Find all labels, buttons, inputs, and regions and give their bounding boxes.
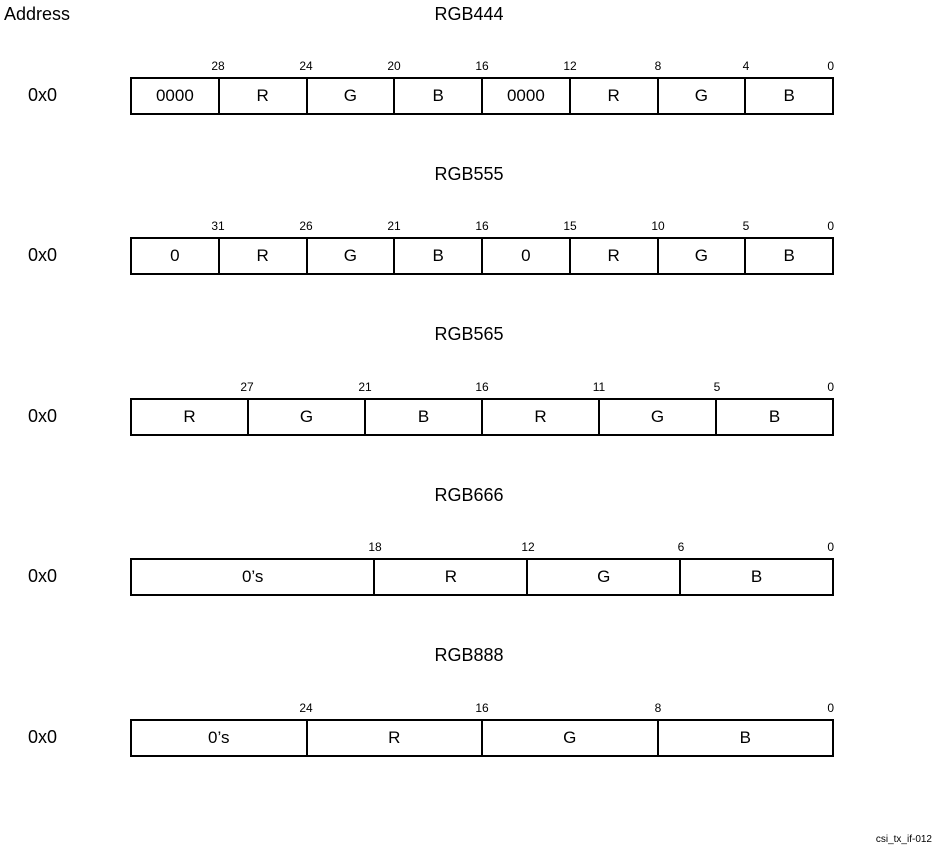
bitfield-cell: B (395, 79, 483, 113)
bit-index-label: 4 (743, 59, 750, 73)
bit-index-label: 12 (521, 540, 534, 554)
bit-index-label: 0 (827, 59, 834, 73)
address-label: 0x0 (28, 566, 57, 587)
bit-index-label: 5 (714, 380, 721, 394)
bitfield-cell: 0000 (132, 79, 220, 113)
bitfield-cell: R (308, 721, 484, 755)
bitfield-cell: 0’s (132, 560, 375, 594)
bitfield-cell: G (528, 560, 681, 594)
address-label: 0x0 (28, 85, 57, 106)
bit-index-label: 0 (827, 701, 834, 715)
bit-index-label: 0 (827, 219, 834, 233)
bitfield-cell: R (375, 560, 528, 594)
bitfield-cell: B (395, 239, 483, 273)
format-title: RGB666 (0, 485, 938, 506)
address-label: 0x0 (28, 406, 57, 427)
bitfield-cell: B (746, 239, 832, 273)
address-label: 0x0 (28, 245, 57, 266)
bitfield-cell: B (746, 79, 832, 113)
bitfield-cell: G (659, 239, 747, 273)
bit-index-label: 21 (358, 380, 371, 394)
bitfield-cell: G (659, 79, 747, 113)
bit-index-label: 16 (475, 701, 488, 715)
bitfield-cell: 0000 (483, 79, 571, 113)
bit-index-label: 11 (593, 380, 605, 394)
bitfield-row: RGBRGB (130, 398, 834, 436)
bit-index-label: 21 (387, 219, 400, 233)
page: Address RGB4440x028242016128400000RGB000… (0, 0, 938, 849)
format-title: RGB888 (0, 645, 938, 666)
bit-index-label: 10 (651, 219, 664, 233)
bitfield-cell: R (571, 79, 659, 113)
bitfield-cell: 0’s (132, 721, 308, 755)
bitfield-row: 0000RGB0000RGB (130, 77, 834, 115)
bitfield-cell: R (220, 239, 308, 273)
bit-index-label: 16 (475, 59, 488, 73)
bit-index-label: 26 (299, 219, 312, 233)
bit-index-label: 16 (475, 219, 488, 233)
bit-index-label: 12 (563, 59, 576, 73)
bit-index-label: 16 (475, 380, 488, 394)
bitfield-cell: B (717, 400, 832, 434)
bitfield-cell: G (249, 400, 366, 434)
bitfield-cell: R (132, 400, 249, 434)
bit-index-label: 24 (299, 59, 312, 73)
bitfield-cell: B (659, 721, 833, 755)
figure-id-footer: csi_tx_if-012 (876, 834, 932, 845)
bit-index-label: 20 (387, 59, 400, 73)
bit-index-label: 8 (655, 59, 662, 73)
bitfield-cell: R (220, 79, 308, 113)
bit-index-label: 18 (368, 540, 381, 554)
bit-index-label: 15 (563, 219, 576, 233)
bit-index-label: 31 (211, 219, 224, 233)
bitfield-row: 0’sRGB (130, 719, 834, 757)
bit-index-label: 28 (211, 59, 224, 73)
bitfield-cell: G (308, 79, 396, 113)
bit-index-label: 27 (240, 380, 253, 394)
bit-index-label: 5 (743, 219, 750, 233)
bit-index-label: 8 (655, 701, 662, 715)
bit-index-label: 0 (827, 540, 834, 554)
bitfield-cell: G (600, 400, 717, 434)
format-title: RGB565 (0, 324, 938, 345)
address-label: 0x0 (28, 727, 57, 748)
bitfield-cell: B (366, 400, 483, 434)
bitfield-row: 0RGB0RGB (130, 237, 834, 275)
bitfield-cell: B (681, 560, 832, 594)
bitfield-cell: G (308, 239, 396, 273)
bitfield-cell: R (571, 239, 659, 273)
bit-index-label: 0 (827, 380, 834, 394)
bitfield-cell: 0 (132, 239, 220, 273)
bit-index-label: 24 (299, 701, 312, 715)
bitfield-row: 0’sRGB (130, 558, 834, 596)
format-title: RGB555 (0, 164, 938, 185)
bit-index-label: 6 (678, 540, 685, 554)
format-title: RGB444 (0, 4, 938, 25)
bitfield-cell: R (483, 400, 600, 434)
bitfield-cell: G (483, 721, 659, 755)
bitfield-cell: 0 (483, 239, 571, 273)
